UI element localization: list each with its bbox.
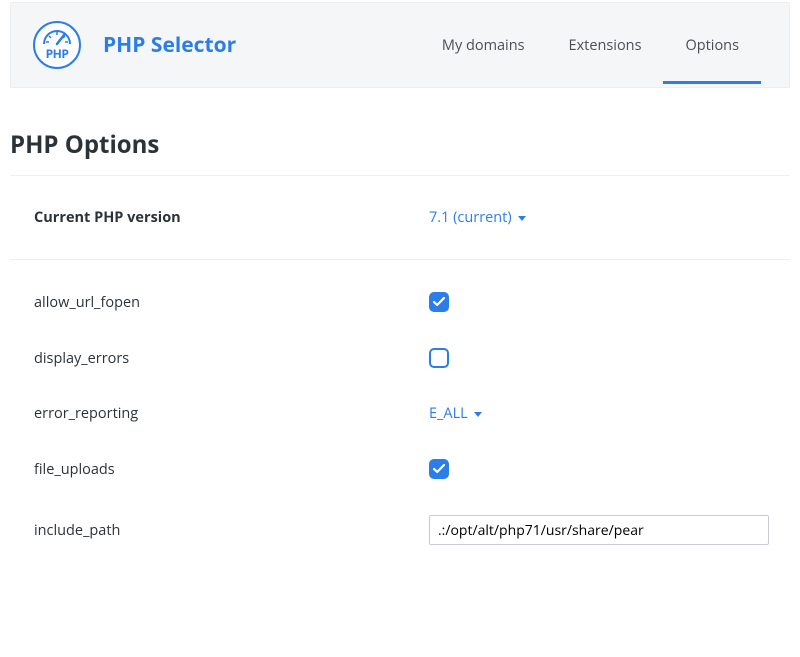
version-value: 7.1 (current) xyxy=(429,208,512,227)
option-row-error_reporting: error_reportingE_ALL xyxy=(10,386,790,441)
version-section: Current PHP version 7.1 (current) xyxy=(10,182,790,253)
app-title: PHP Selector xyxy=(103,31,236,59)
page-title: PHP Options xyxy=(10,128,790,161)
option-label: allow_url_fopen xyxy=(34,293,429,312)
version-dropdown[interactable]: 7.1 (current) xyxy=(429,208,526,227)
php-logo: PHP xyxy=(33,21,81,69)
divider xyxy=(10,175,790,176)
options-section: allow_url_fopen display_errors error_repor… xyxy=(10,266,790,571)
option-row-include_path: include_path xyxy=(10,497,790,563)
version-row: Current PHP version 7.1 (current) xyxy=(10,190,790,245)
option-control xyxy=(429,348,790,368)
checkbox-file_uploads[interactable] xyxy=(429,459,449,479)
option-control xyxy=(429,515,790,545)
checkbox-allow_url_fopen[interactable] xyxy=(429,292,449,312)
option-label: display_errors xyxy=(34,349,429,368)
divider xyxy=(10,259,790,260)
check-icon xyxy=(433,464,445,474)
dropdown-error_reporting[interactable]: E_ALL xyxy=(429,404,482,423)
option-control xyxy=(429,292,790,312)
checkbox-display_errors[interactable] xyxy=(429,348,449,368)
option-row-allow_url_fopen: allow_url_fopen xyxy=(10,274,790,330)
tab-my-domains[interactable]: My domains xyxy=(420,6,547,84)
option-row-file_uploads: file_uploads xyxy=(10,441,790,497)
option-label: include_path xyxy=(34,521,429,540)
dropdown-value: E_ALL xyxy=(429,404,468,423)
tab-extensions[interactable]: Extensions xyxy=(547,6,664,84)
tab-options[interactable]: Options xyxy=(663,6,761,84)
header-bar: PHP PHP Selector My domainsExtensionsOpt… xyxy=(10,2,790,88)
option-row-display_errors: display_errors xyxy=(10,330,790,386)
chevron-down-icon xyxy=(474,412,482,417)
tab-bar: My domainsExtensionsOptions xyxy=(420,24,761,66)
version-label: Current PHP version xyxy=(34,208,429,227)
option-control: E_ALL xyxy=(429,404,790,423)
check-icon xyxy=(433,297,445,307)
logo-text: PHP xyxy=(46,45,69,67)
text-input-include_path[interactable] xyxy=(429,515,769,545)
option-label: file_uploads xyxy=(34,460,429,479)
option-label: error_reporting xyxy=(34,404,429,423)
chevron-down-icon xyxy=(518,216,526,221)
option-control xyxy=(429,459,790,479)
gauge-icon xyxy=(42,30,72,46)
